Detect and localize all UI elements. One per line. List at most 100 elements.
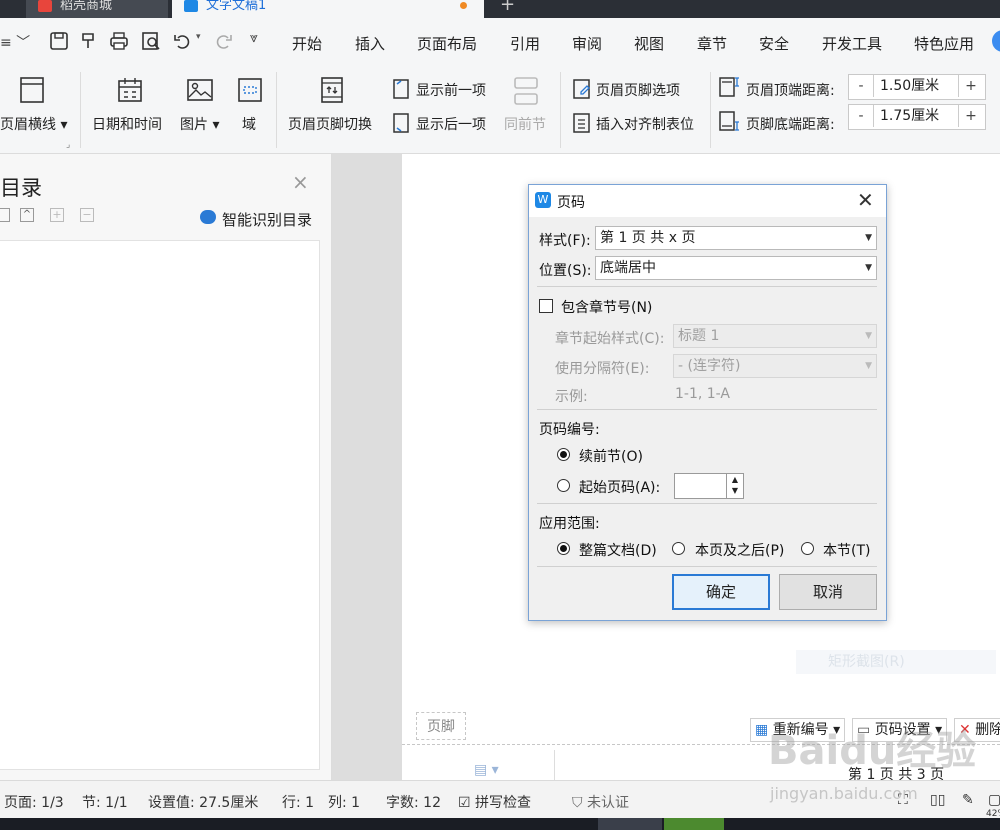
start-at-label[interactable]: 起始页码(A): [579, 477, 660, 497]
start-at-radio[interactable] [557, 479, 570, 492]
close-icon[interactable]: ✕ [857, 188, 874, 212]
footer-bottom-distance-label: 页脚底端距离: [746, 117, 835, 133]
continue-previous-radio[interactable] [557, 448, 570, 461]
menu-review[interactable]: 审阅 [572, 33, 602, 54]
scope-after-radio[interactable] [672, 542, 685, 555]
tab-docer-store[interactable]: 稻壳商城 [26, 0, 168, 18]
menu-dropdown-icon[interactable]: ≡ ﹀ [0, 32, 30, 52]
menu-chapter[interactable]: 章节 [697, 33, 727, 54]
status-word-count[interactable]: 字数: 12 [386, 792, 441, 812]
increase-button[interactable]: + [959, 75, 983, 97]
page-view-icon[interactable]: ▢ [988, 792, 1000, 808]
save-icon[interactable] [48, 30, 70, 52]
scope-section-radio[interactable] [801, 542, 814, 555]
ok-button[interactable]: 确定 [672, 574, 770, 610]
scope-label: 应用范围: [539, 516, 600, 532]
auth-status[interactable]: ⛉ 未认证 [572, 792, 629, 812]
cancel-button[interactable]: 取消 [779, 574, 877, 610]
renumber-button[interactable]: ▦ 重新编号 ▾ [750, 718, 846, 742]
dialog-launcher-icon[interactable]: ⌟ [66, 140, 70, 150]
move-up-icon[interactable]: ^ [20, 208, 34, 222]
position-label: 位置(S): [539, 263, 592, 279]
footer-bottom-distance-value[interactable]: 1.75厘米 [873, 105, 959, 127]
customize-toolbar-icon[interactable]: ⩔ [250, 30, 258, 46]
date-time-button[interactable]: 日期和时间 [92, 114, 162, 134]
close-panel-icon[interactable]: × [292, 170, 309, 194]
increase-button[interactable]: + [959, 105, 983, 127]
redo-icon[interactable] [212, 30, 234, 52]
chapter-style-select[interactable]: 标题 1 ▼ [673, 324, 877, 348]
menu-view[interactable]: 视图 [634, 33, 664, 54]
user-avatar-icon[interactable] [992, 30, 1000, 52]
reading-mode-icon[interactable]: ▯▯ [930, 792, 945, 808]
header-line-icon[interactable] [18, 76, 46, 104]
menu-insert[interactable]: 插入 [355, 33, 385, 54]
header-top-distance-stepper[interactable]: - 1.50厘米 + [848, 74, 986, 100]
collapse-all-icon[interactable] [0, 208, 10, 222]
separator-label: 使用分隔符(E): [555, 361, 650, 377]
delete-page-number-button[interactable]: ✕ 删除 [954, 718, 1000, 742]
status-page[interactable]: 页面: 1/3 [4, 792, 64, 812]
header-footer-options-button[interactable]: 页眉页脚选项 [596, 80, 680, 100]
start-page-stepper[interactable]: ▲ ▼ [674, 473, 744, 499]
page-number-settings-button[interactable]: ▭ 页码设置 ▾ [852, 718, 948, 742]
fullscreen-icon[interactable]: ⛶ [898, 792, 908, 808]
header-line-button[interactable]: 页眉横线 ▾ [0, 114, 67, 134]
style-select[interactable]: 第 1 页 共 x 页 ▼ [595, 226, 877, 250]
taskbar-app-icon[interactable] [598, 818, 662, 830]
picture-button[interactable]: 图片 ▾ [180, 114, 219, 134]
decrease-button[interactable]: - [849, 75, 873, 97]
same-as-previous-button[interactable]: 同前节 [504, 114, 546, 134]
smart-toc-button[interactable]: 智能识别目录 [222, 209, 312, 230]
scope-section-label[interactable]: 本节(T) [823, 540, 870, 560]
divider [537, 503, 877, 504]
dialog-title: 页码 [557, 195, 585, 211]
scope-whole-radio[interactable] [557, 542, 570, 555]
menu-references[interactable]: 引用 [510, 33, 540, 54]
unsaved-dot-icon [460, 2, 467, 9]
menu-home[interactable]: 开始 [292, 33, 322, 54]
remove-level-icon[interactable]: − [80, 208, 94, 222]
menu-security[interactable]: 安全 [759, 33, 789, 54]
separator-select[interactable]: - (连字符) ▼ [673, 354, 877, 378]
title-tab-bar: 稻壳商城 文字文稿1 + [0, 0, 1000, 18]
spell-check-button[interactable]: ☑ 拼写检查 [458, 792, 531, 812]
undo-dropdown-icon[interactable]: ▾ [196, 32, 201, 42]
tab-document[interactable]: 文字文稿1 [172, 0, 484, 18]
menu-developer[interactable]: 开发工具 [822, 33, 882, 54]
footer-paragraph-icon[interactable]: ▤ ▾ [474, 762, 499, 778]
scope-after-label[interactable]: 本页及之后(P) [695, 540, 784, 560]
print-icon[interactable] [108, 30, 130, 52]
show-next-button[interactable]: 显示后一项 [416, 114, 486, 134]
footer-divider [554, 750, 555, 780]
tab-label: 稻壳商城 [60, 0, 113, 13]
header-top-distance-value[interactable]: 1.50厘米 [873, 75, 959, 97]
header-footer-switch-button[interactable]: 页眉页脚切换 [288, 114, 372, 134]
include-chapter-checkbox[interactable] [539, 299, 553, 313]
stepper-arrows-icon[interactable]: ▲ ▼ [726, 474, 743, 498]
ribbon-separator [710, 72, 711, 148]
same-as-previous-icon [514, 77, 538, 105]
format-painter-icon[interactable] [78, 30, 100, 52]
new-tab-button[interactable]: + [500, 0, 524, 18]
status-setting[interactable]: 设置值: 27.5厘米 [148, 792, 258, 812]
footer-bottom-distance-stepper[interactable]: - 1.75厘米 + [848, 104, 986, 130]
print-preview-icon[interactable] [140, 30, 162, 52]
menu-page-layout[interactable]: 页面布局 [417, 33, 477, 54]
continue-previous-label[interactable]: 续前节(O) [579, 446, 643, 466]
add-level-icon[interactable]: + [50, 208, 64, 222]
taskbar-app-icon[interactable] [664, 818, 724, 830]
show-previous-button[interactable]: 显示前一项 [416, 80, 486, 100]
divider [537, 409, 877, 410]
settings-page-icon: ▭ [857, 722, 875, 738]
include-chapter-label[interactable]: 包含章节号(N) [561, 297, 652, 317]
field-button[interactable]: 域 [242, 114, 256, 134]
insert-tab-stop-button[interactable]: 插入对齐制表位 [596, 114, 694, 134]
undo-icon[interactable] [172, 30, 194, 52]
decrease-button[interactable]: - [849, 105, 873, 127]
edit-mode-icon[interactable]: ✎ [962, 792, 974, 808]
chevron-down-icon: ▼ [865, 263, 872, 273]
scope-whole-label[interactable]: 整篇文档(D) [579, 540, 657, 560]
menu-special-apps[interactable]: 特色应用 [914, 33, 974, 54]
position-select[interactable]: 底端居中 ▼ [595, 256, 877, 280]
